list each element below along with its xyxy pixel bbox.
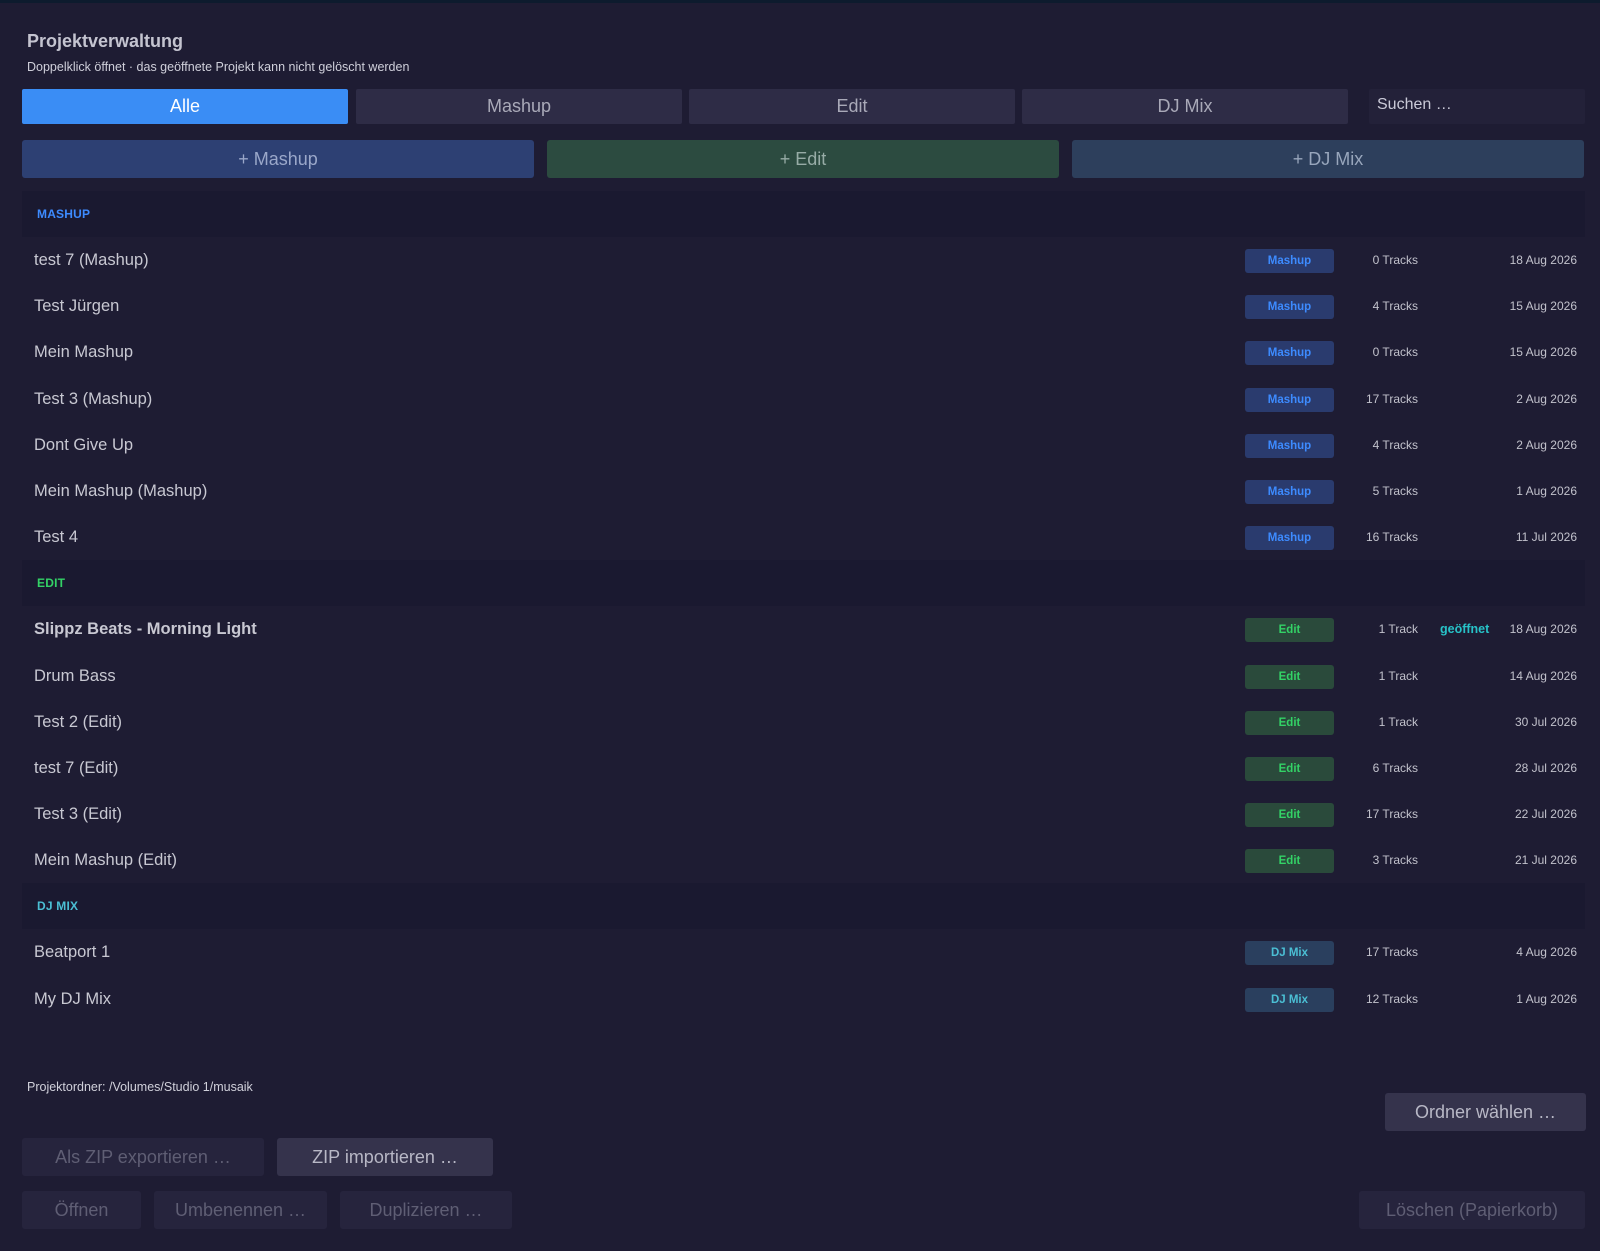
project-date: 15 Aug 2026 bbox=[1509, 299, 1577, 314]
rename-button[interactable]: Umbenennen … bbox=[154, 1191, 327, 1229]
open-button[interactable]: Öffnen bbox=[22, 1191, 141, 1229]
project-type-badge: DJ Mix bbox=[1245, 987, 1334, 1012]
track-count: 0 Tracks bbox=[1372, 253, 1418, 267]
export-zip-button[interactable]: Als ZIP exportieren … bbox=[22, 1138, 264, 1176]
track-count: 17 Tracks bbox=[1365, 391, 1418, 406]
project-type-badge: DJ Mix bbox=[1245, 941, 1334, 966]
project-type-badge: Edit bbox=[1245, 664, 1334, 689]
track-count: 0 Tracks bbox=[1372, 345, 1418, 360]
new-mashup-button[interactable]: + Mashup bbox=[22, 140, 534, 178]
project-type-badge: Edit bbox=[1245, 756, 1334, 781]
project-date: 15 Aug 2026 bbox=[1509, 345, 1577, 360]
project-row[interactable]: Test 4 Mashup 16 Tracks 11 Jul 2026 bbox=[22, 514, 1585, 560]
section-header-djmix: DJ MIX bbox=[22, 883, 1585, 930]
project-type-badge: Mashup bbox=[1245, 341, 1334, 366]
project-date: 2 Aug 2026 bbox=[1516, 391, 1577, 406]
track-count: 17 Tracks bbox=[1365, 945, 1418, 960]
project-row[interactable]: Slippz Beats - Morning Light Edit 1 Track g… bbox=[22, 606, 1585, 652]
project-type-badge: Mashup bbox=[1245, 249, 1334, 273]
project-date: 21 Jul 2026 bbox=[1514, 853, 1577, 868]
project-row[interactable]: Test 2 (Edit) Edit 1 Track 30 Jul 2026 bbox=[22, 699, 1585, 745]
project-row[interactable]: Test 3 (Edit) Edit 17 Tracks 22 Jul 2026 bbox=[22, 791, 1585, 837]
track-count: 3 Tracks bbox=[1372, 853, 1418, 868]
project-row[interactable]: My DJ Mix DJ Mix 12 Tracks 1 Aug 2026 bbox=[22, 976, 1585, 1022]
project-type-badge: Mashup bbox=[1245, 479, 1334, 504]
track-count: 1 Track bbox=[1378, 622, 1418, 637]
project-name: Drum Bass bbox=[34, 666, 116, 685]
project-row[interactable]: Dont Give Up Mashup 4 Tracks 2 Aug 2026 bbox=[22, 422, 1585, 468]
project-row[interactable]: Drum Bass Edit 1 Track 14 Aug 2026 bbox=[22, 653, 1585, 699]
delete-trash-button[interactable]: Löschen (Papierkorb) bbox=[1359, 1191, 1585, 1229]
tab-edit[interactable]: Edit bbox=[689, 89, 1015, 124]
track-count: 4 Tracks bbox=[1372, 437, 1418, 452]
project-name: Test 3 (Edit) bbox=[34, 805, 123, 824]
project-name: test 7 (Edit) bbox=[34, 758, 119, 777]
search-input[interactable]: Suchen … bbox=[1369, 89, 1585, 124]
project-name: Slippz Beats - Morning Light bbox=[34, 620, 257, 639]
new-edit-button[interactable]: + Edit bbox=[547, 140, 1059, 178]
project-type-badge: Mashup bbox=[1245, 433, 1334, 458]
track-count: 6 Tracks bbox=[1372, 760, 1418, 775]
project-name: Dont Give Up bbox=[34, 435, 134, 454]
project-row[interactable]: test 7 (Edit) Edit 6 Tracks 28 Jul 2026 bbox=[22, 745, 1585, 791]
project-date: 18 Aug 2026 bbox=[1509, 253, 1577, 267]
tab-mashup[interactable]: Mashup bbox=[356, 89, 682, 124]
project-row[interactable]: test 7 (Mashup) Mashup 0 Tracks 18 Aug 2026 bbox=[22, 237, 1585, 283]
page-title: Projektverwaltung bbox=[27, 31, 184, 51]
project-date: 18 Aug 2026 bbox=[1509, 622, 1577, 637]
track-count: 17 Tracks bbox=[1365, 807, 1418, 822]
project-row[interactable]: Test Jürgen Mashup 4 Tracks 15 Aug 2026 bbox=[22, 283, 1585, 329]
project-date: 2 Aug 2026 bbox=[1516, 437, 1577, 452]
tab-all[interactable]: Alle bbox=[22, 89, 348, 124]
project-name: My DJ Mix bbox=[34, 989, 111, 1008]
project-row[interactable]: Mein Mashup Mashup 0 Tracks 15 Aug 2026 bbox=[22, 329, 1585, 375]
track-count: 5 Tracks bbox=[1372, 483, 1418, 498]
project-name: Mein Mashup bbox=[34, 343, 134, 362]
project-row[interactable]: Beatport 1 DJ Mix 17 Tracks 4 Aug 2026 bbox=[22, 929, 1585, 975]
project-list: MASHUP test 7 (Mashup) Mashup 0 Tracks 18 Au… bbox=[22, 191, 1585, 1022]
track-count: 16 Tracks bbox=[1365, 530, 1418, 545]
project-manager-window: Projektverwaltung Doppelklick öffnet · d… bbox=[0, 3, 1600, 1251]
project-type-badge: Edit bbox=[1245, 618, 1334, 643]
project-type-badge: Edit bbox=[1245, 849, 1334, 874]
section-header-mashup: MASHUP bbox=[22, 191, 1585, 237]
opened-indicator: geöffnet bbox=[1440, 622, 1490, 637]
project-date: 30 Jul 2026 bbox=[1514, 714, 1577, 729]
project-name: Mein Mashup (Mashup) bbox=[34, 481, 208, 500]
project-row[interactable]: Mein Mashup (Mashup) Mashup 5 Tracks 1 Aug … bbox=[22, 468, 1585, 514]
project-type-badge: Edit bbox=[1245, 710, 1334, 735]
project-date: 1 Aug 2026 bbox=[1516, 483, 1577, 498]
track-count: 1 Track bbox=[1378, 668, 1418, 683]
project-name: Test 4 bbox=[34, 528, 79, 547]
project-name: Test Jürgen bbox=[34, 297, 120, 316]
project-type-badge: Mashup bbox=[1245, 295, 1334, 320]
project-date: 11 Jul 2026 bbox=[1515, 530, 1577, 545]
tab-dj-mix[interactable]: DJ Mix bbox=[1022, 89, 1348, 124]
project-type-badge: Edit bbox=[1245, 803, 1334, 828]
project-name: Test 2 (Edit) bbox=[34, 712, 123, 731]
project-name: Mein Mashup (Edit) bbox=[34, 851, 178, 870]
project-type-badge: Mashup bbox=[1245, 387, 1334, 412]
section-header-edit: EDIT bbox=[22, 560, 1585, 607]
duplicate-button[interactable]: Duplizieren … bbox=[340, 1191, 512, 1229]
project-row[interactable]: Mein Mashup (Edit) Edit 3 Tracks 21 Jul 202… bbox=[22, 837, 1585, 883]
project-type-badge: Mashup bbox=[1245, 526, 1334, 551]
page-subtitle: Doppelklick öffnet · das geöffnete Proje… bbox=[27, 60, 410, 74]
project-name: Beatport 1 bbox=[34, 943, 111, 962]
project-date: 14 Aug 2026 bbox=[1509, 668, 1577, 683]
project-folder-path: Projektordner: /Volumes/Studio 1/musaik bbox=[27, 1080, 253, 1094]
choose-folder-button[interactable]: Ordner wählen … bbox=[1385, 1093, 1586, 1131]
track-count: 4 Tracks bbox=[1372, 299, 1418, 314]
project-date: 4 Aug 2026 bbox=[1516, 945, 1577, 960]
new-dj-mix-button[interactable]: + DJ Mix bbox=[1072, 140, 1584, 178]
project-name: test 7 (Mashup) bbox=[34, 251, 149, 269]
track-count: 1 Track bbox=[1378, 714, 1418, 729]
project-name: Test 3 (Mashup) bbox=[34, 389, 153, 408]
project-date: 22 Jul 2026 bbox=[1514, 807, 1577, 822]
project-date: 28 Jul 2026 bbox=[1514, 760, 1577, 775]
project-row[interactable]: Test 3 (Mashup) Mashup 17 Tracks 2 Aug 2026 bbox=[22, 376, 1585, 422]
track-count: 12 Tracks bbox=[1365, 991, 1418, 1006]
import-zip-button[interactable]: ZIP importieren … bbox=[277, 1138, 493, 1176]
project-date: 1 Aug 2026 bbox=[1516, 991, 1577, 1006]
